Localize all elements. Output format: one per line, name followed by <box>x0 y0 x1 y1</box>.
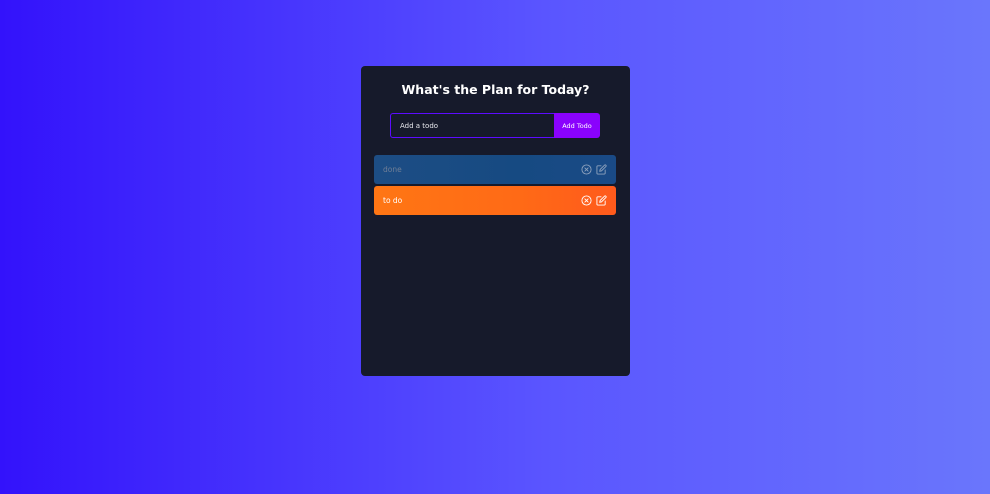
todo-form: Add Todo <box>390 113 600 138</box>
edit-icon[interactable] <box>596 164 607 175</box>
todo-input[interactable] <box>390 113 554 138</box>
todo-item-actions <box>581 195 607 206</box>
todo-item-to-do[interactable]: to do <box>374 186 616 215</box>
todo-item-text[interactable]: to do <box>383 196 402 205</box>
page-title: What's the Plan for Today? <box>401 82 590 97</box>
todo-app-panel: What's the Plan for Today? Add Todo done <box>361 66 630 376</box>
close-circle-icon[interactable] <box>581 164 592 175</box>
close-circle-icon[interactable] <box>581 195 592 206</box>
edit-icon[interactable] <box>596 195 607 206</box>
add-todo-button[interactable]: Add Todo <box>554 113 600 138</box>
todo-item-actions <box>581 164 607 175</box>
todo-list: done to do <box>374 155 616 217</box>
todo-item-done[interactable]: done <box>374 155 616 184</box>
todo-item-text[interactable]: done <box>383 165 402 174</box>
